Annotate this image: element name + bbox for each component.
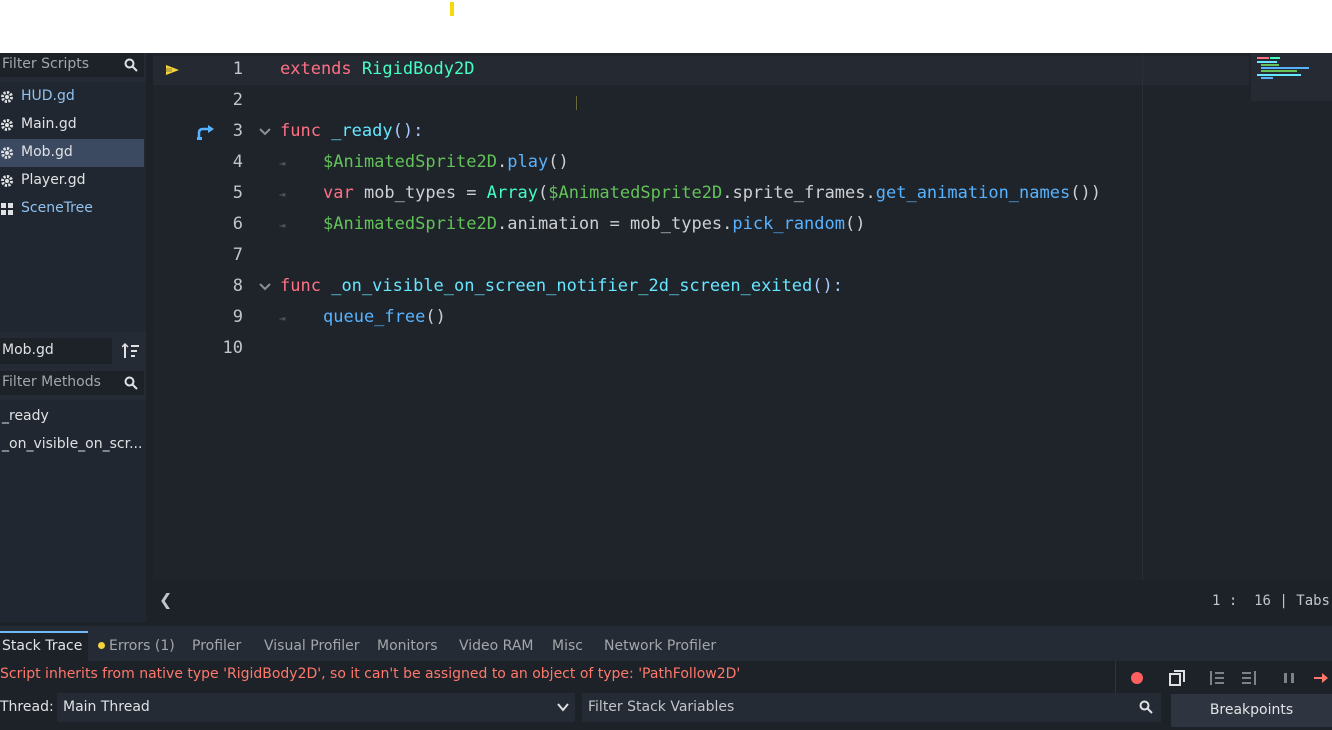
scene-tree-icon bbox=[1, 203, 13, 215]
method-item-screen-exited[interactable]: _on_visible_on_scr... bbox=[2, 436, 142, 452]
code-line-8: func _on_visible_on_screen_notifier_2d_s… bbox=[280, 276, 843, 296]
line-number: 8 bbox=[232, 276, 243, 296]
gear-icon bbox=[1, 147, 13, 159]
line-number: 5 bbox=[232, 183, 243, 203]
cursor-position[interactable]: 1 : 16 | Tabs bbox=[1212, 593, 1330, 609]
sort-icon[interactable] bbox=[122, 343, 140, 359]
method-item-ready[interactable]: _ready bbox=[2, 408, 49, 424]
tab-visual-profiler[interactable]: Visual Profiler bbox=[264, 631, 360, 661]
stack-trace-view: Script inherits from native type 'RigidB… bbox=[0, 661, 1332, 730]
code-line-5: var mob_types = Array($AnimatedSprite2D.… bbox=[323, 183, 1101, 203]
filter-stack-variables-input[interactable]: Filter Stack Variables bbox=[582, 693, 1161, 722]
yellow-marker bbox=[450, 2, 454, 16]
continue-icon[interactable] bbox=[1313, 670, 1329, 686]
script-item-hud[interactable]: HUD.gd bbox=[0, 83, 144, 111]
line-number: 9 bbox=[232, 307, 243, 327]
script-item-label: Mob.gd bbox=[21, 144, 73, 160]
code-line-6: $AnimatedSprite2D.animation = mob_types.… bbox=[323, 214, 866, 234]
gear-icon bbox=[1, 91, 13, 103]
step-over-icon[interactable] bbox=[1241, 670, 1257, 686]
error-dot-icon bbox=[98, 642, 105, 649]
script-list-panel: Filter Scripts HUD.gd Main.gd Mob.gd Pla… bbox=[0, 53, 146, 622]
script-item-main[interactable]: Main.gd bbox=[0, 111, 144, 139]
scripts-list: HUD.gd Main.gd Mob.gd Player.gd SceneTre… bbox=[0, 82, 146, 332]
tab-network-profiler[interactable]: Network Profiler bbox=[604, 631, 716, 661]
gear-icon bbox=[1, 119, 13, 131]
error-message: Script inherits from native type 'RigidB… bbox=[0, 666, 741, 682]
thread-select-value: Main Thread bbox=[63, 699, 150, 715]
tab-indicator-icon: ⇥ bbox=[279, 219, 286, 232]
code-line-1: extends RigidBody2D bbox=[280, 59, 475, 79]
toggle-scripts-panel-button[interactable]: ❮ bbox=[159, 590, 172, 609]
line-number: 6 bbox=[232, 214, 243, 234]
debugger-toolbar bbox=[1115, 661, 1332, 695]
tab-indicator-icon: ⇥ bbox=[279, 312, 286, 325]
line-number: 10 bbox=[222, 338, 243, 358]
tab-errors[interactable]: Errors (1) bbox=[98, 631, 175, 661]
script-item-label: HUD.gd bbox=[21, 88, 75, 104]
filter-scripts-input[interactable]: Filter Scripts bbox=[0, 53, 144, 77]
copy-icon[interactable] bbox=[1169, 670, 1185, 686]
code-line-9: queue_free() bbox=[323, 307, 446, 327]
gear-icon bbox=[1, 175, 13, 187]
fold-arrow-icon[interactable] bbox=[259, 126, 271, 138]
code-editor[interactable]: 1 2 3 4 5 6 7 8 9 10 ⇥ ⇥ ⇥ ⇥ extends Rig… bbox=[153, 53, 1332, 580]
code-minimap[interactable] bbox=[1251, 53, 1332, 101]
line-number: 3 bbox=[232, 121, 243, 141]
tab-video-ram[interactable]: Video RAM bbox=[459, 631, 534, 661]
script-item-player[interactable]: Player.gd bbox=[0, 167, 144, 195]
thread-label: Thread: bbox=[0, 699, 54, 715]
tab-misc[interactable]: Misc bbox=[552, 631, 583, 661]
editor-status-bar: ❮ 1 : 16 | Tabs bbox=[153, 580, 1332, 622]
code-line-3: func _ready(): bbox=[280, 121, 424, 141]
script-item-label: SceneTree bbox=[21, 200, 93, 216]
step-into-icon[interactable] bbox=[1209, 670, 1225, 686]
search-icon bbox=[124, 58, 138, 72]
debugger-panel: Stack Trace Errors (1) Profiler Visual P… bbox=[0, 626, 1332, 730]
text-cursor bbox=[576, 96, 578, 110]
line-number: 7 bbox=[232, 245, 243, 265]
fold-arrow-icon[interactable] bbox=[259, 281, 271, 293]
chevron-down-icon bbox=[557, 703, 569, 712]
current-script-name: Mob.gd bbox=[0, 338, 112, 364]
tab-profiler[interactable]: Profiler bbox=[192, 631, 241, 661]
script-item-label: Main.gd bbox=[21, 116, 77, 132]
search-icon bbox=[1139, 700, 1153, 714]
pause-icon[interactable] bbox=[1281, 670, 1297, 686]
breakpoints-button[interactable]: Breakpoints bbox=[1171, 694, 1332, 727]
methods-list: _ready _on_visible_on_scr... bbox=[0, 400, 146, 622]
line-number: 2 bbox=[232, 90, 243, 110]
filter-methods-placeholder: Filter Methods bbox=[2, 374, 101, 390]
search-icon bbox=[124, 376, 138, 390]
tab-indicator-icon: ⇥ bbox=[279, 188, 286, 201]
filter-methods-input[interactable]: Filter Methods bbox=[0, 371, 144, 395]
tab-stack-trace[interactable]: Stack Trace bbox=[0, 631, 88, 661]
filter-stack-variables-placeholder: Filter Stack Variables bbox=[588, 699, 735, 715]
code-line-4: $AnimatedSprite2D.play() bbox=[323, 152, 569, 172]
thread-select[interactable]: Main Thread bbox=[57, 693, 575, 722]
line-number: 1 bbox=[232, 59, 243, 79]
script-item-scenetree[interactable]: SceneTree bbox=[0, 195, 144, 223]
filter-scripts-placeholder: Filter Scripts bbox=[2, 56, 90, 72]
godot-editor: Filter Scripts HUD.gd Main.gd Mob.gd Pla… bbox=[0, 53, 1332, 730]
record-icon[interactable] bbox=[1129, 670, 1145, 686]
script-item-mob[interactable]: Mob.gd bbox=[0, 139, 144, 167]
viewport-top-area bbox=[0, 0, 1332, 53]
tab-monitors[interactable]: Monitors bbox=[377, 631, 438, 661]
tab-indicator-icon: ⇥ bbox=[279, 157, 286, 170]
debugger-tabs: Stack Trace Errors (1) Profiler Visual P… bbox=[0, 631, 1332, 661]
line-length-guide bbox=[1142, 53, 1143, 580]
line-number: 4 bbox=[232, 152, 243, 172]
script-item-label: Player.gd bbox=[21, 172, 86, 188]
